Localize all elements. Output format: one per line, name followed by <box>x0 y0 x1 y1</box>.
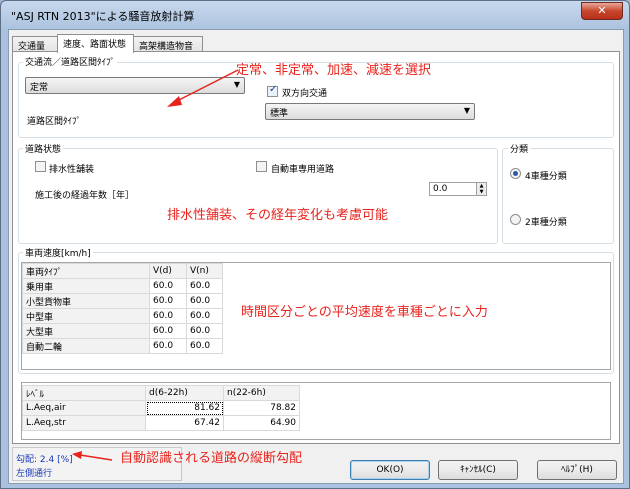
speed-day-cell[interactable]: 60.0 <box>149 293 187 309</box>
window-title: "ASJ RTN 2013"による騒音放射計算 <box>11 10 195 23</box>
porous-pavement-checkbox[interactable] <box>35 161 46 172</box>
annotation-arrow-icon <box>167 69 239 107</box>
chevron-down-icon: ▼ <box>463 106 470 115</box>
road-type-value: 標準 <box>270 109 289 119</box>
motorway-checkbox[interactable] <box>256 161 267 172</box>
speed-night-cell[interactable]: 60.0 <box>186 293 223 309</box>
classification-group-label: 分類 <box>508 142 531 155</box>
column-header: d(6-22h) <box>145 385 224 401</box>
speed-night-cell[interactable]: 60.0 <box>186 323 223 339</box>
road-type-label: 道路区間ﾀｲﾌﾟ <box>27 117 82 127</box>
tab-traffic[interactable]: 交通量 <box>12 36 58 52</box>
level-day-cell[interactable]: 81.62 <box>145 400 224 416</box>
table-row: L.Aeq,air 81.62 78.82 <box>22 400 300 416</box>
level-night-cell[interactable]: 64.90 <box>223 415 300 431</box>
vehicle-type-cell: 大型車 <box>22 323 150 339</box>
road-type-select[interactable]: 標準 ▼ <box>265 103 475 120</box>
years-spinner[interactable]: 0.0 ▲ ▼ <box>429 182 487 196</box>
road-condition-group-label: 道路状態 <box>23 142 64 155</box>
dialog-window: "ASJ RTN 2013"による騒音放射計算 ✕ 交通量 速度、路面状態 高架… <box>0 0 630 489</box>
table-row: 中型車 60.0 60.0 <box>22 308 223 324</box>
speed-day-cell[interactable]: 60.0 <box>149 278 187 294</box>
table-row: 自動二輪 60.0 60.0 <box>22 338 223 354</box>
speed-day-cell[interactable]: 60.0 <box>149 308 187 324</box>
bottom-bar: 勾配: 2.4 [%] 左側通行 自動認識される道路の縦断勾配 OK(O) ｷｬ… <box>12 447 620 481</box>
years-label: 施工後の経過年数［年］ <box>35 191 135 201</box>
level-table: ﾚﾍﾞﾙ d(6-22h) n(22-6h) L.Aeq,air 81.62 7… <box>22 385 300 431</box>
annotation-speed: 時間区分ごとの平均速度を車種ごとに入力 <box>241 305 488 320</box>
table-row: 小型貨物車 60.0 60.0 <box>22 293 223 309</box>
gradient-status: 勾配: 2.4 [%] <box>16 455 73 465</box>
level-day-cell[interactable]: 67.42 <box>145 415 224 431</box>
table-row: 大型車 60.0 60.0 <box>22 323 223 339</box>
radio-2-class[interactable] <box>510 214 521 225</box>
bidirectional-checkbox[interactable] <box>267 84 278 97</box>
vehicle-type-cell: 小型貨物車 <box>22 293 150 309</box>
traffic-flow-group-label: 交通流／道路区間ﾀｲﾌﾟ <box>23 55 118 68</box>
motorway-label: 自動車専用道路 <box>271 165 335 175</box>
flow-type-value: 定常 <box>30 83 49 93</box>
annotation-arrow-icon <box>72 451 113 461</box>
column-header: V(d) <box>149 263 187 279</box>
radio-4-class[interactable] <box>510 168 521 179</box>
title-bar[interactable]: "ASJ RTN 2013"による騒音放射計算 ✕ <box>1 1 629 29</box>
speed-group-label: 車両速度[km/h] <box>23 246 93 259</box>
speed-night-cell[interactable]: 60.0 <box>186 308 223 324</box>
speed-night-cell[interactable]: 60.0 <box>186 278 223 294</box>
ok-button[interactable]: OK(O) <box>350 460 430 480</box>
speed-table: 車両ﾀｲﾌﾟ V(d) V(n) 乗用車 60.0 60.0 小型貨物車 60.… <box>22 263 223 354</box>
spin-arrows-icon[interactable]: ▲ ▼ <box>476 183 486 195</box>
level-night-cell[interactable]: 78.82 <box>223 400 300 416</box>
vehicle-type-cell: 乗用車 <box>22 278 150 294</box>
tab-viaduct[interactable]: 高架構造物音 <box>133 36 203 52</box>
annotation-pavement: 排水性舗装、その経年変化も考慮可能 <box>167 208 389 223</box>
level-grid: ﾚﾍﾞﾙ d(6-22h) n(22-6h) L.Aeq,air 81.62 7… <box>21 382 611 440</box>
level-name-cell: L.Aeq,str <box>22 415 146 431</box>
table-header-row: ﾚﾍﾞﾙ d(6-22h) n(22-6h) <box>22 385 300 401</box>
level-name-cell: L.Aeq,air <box>22 400 146 416</box>
close-button[interactable]: ✕ <box>581 2 623 20</box>
radio-4-class-label: 4車種分類 <box>525 172 567 182</box>
dialog-client: 交通量 速度、路面状態 高架構造物音 交通流／道路区間ﾀｲﾌﾟ 定常 ▼ 双方向… <box>8 29 624 484</box>
tab-panel: 交通流／道路区間ﾀｲﾌﾟ 定常 ▼ 双方向交通 道路区間ﾀｲﾌﾟ 標準 ▼ 道路… <box>12 51 620 444</box>
vehicle-type-cell: 中型車 <box>22 308 150 324</box>
column-header: n(22-6h) <box>223 385 300 401</box>
cancel-button[interactable]: ｷｬﾝｾﾙ(C) <box>438 460 518 480</box>
annotation-flow: 定常、非定常、加速、減速を選択 <box>236 63 432 78</box>
speed-night-cell[interactable]: 60.0 <box>186 338 223 354</box>
column-header: 車両ﾀｲﾌﾟ <box>22 263 150 279</box>
table-row: 乗用車 60.0 60.0 <box>22 278 223 294</box>
column-header: ﾚﾍﾞﾙ <box>22 385 146 401</box>
help-button[interactable]: ﾍﾙﾌﾟ(H) <box>537 460 617 480</box>
classification-group <box>502 148 614 244</box>
porous-pavement-label: 排水性舗装 <box>49 165 95 175</box>
table-row: L.Aeq,str 67.42 64.90 <box>22 415 300 431</box>
radio-2-class-label: 2車種分類 <box>525 218 567 228</box>
column-header: V(n) <box>186 263 223 279</box>
tab-speed-surface[interactable]: 速度、路面状態 <box>57 34 134 53</box>
years-value: 0.0 <box>433 184 448 194</box>
vehicle-type-cell: 自動二輪 <box>22 338 150 354</box>
speed-day-cell[interactable]: 60.0 <box>149 323 187 339</box>
speed-day-cell[interactable]: 60.0 <box>149 338 187 354</box>
table-header-row: 車両ﾀｲﾌﾟ V(d) V(n) <box>22 263 223 279</box>
annotation-gradient: 自動認識される道路の縦断勾配 <box>120 451 303 466</box>
bidirectional-label: 双方向交通 <box>282 89 328 99</box>
traffic-side-status: 左側通行 <box>16 469 53 479</box>
